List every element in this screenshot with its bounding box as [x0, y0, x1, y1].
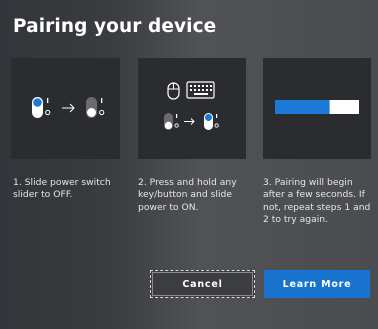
step-2-illustration [138, 58, 246, 159]
mouse-icon [167, 82, 180, 100]
dialog-title: Pairing your device [13, 16, 217, 37]
progress-fill [275, 100, 330, 114]
pairing-dialog: Pairing your device 1. Slide power switc… [0, 0, 378, 329]
learn-more-button[interactable]: Learn More [264, 270, 370, 298]
step-1-text: 1. Slide power switch slider to OFF. [13, 177, 111, 201]
arrow-right-icon [62, 103, 75, 113]
pairing-progress-bar [275, 100, 359, 114]
toggle-off-icon [86, 97, 105, 118]
step-2-text: 2. Press and hold any key/button and sli… [138, 177, 237, 213]
toggle-off-icon [164, 113, 179, 130]
step-3-illustration [263, 58, 371, 159]
step-3-text: 3. Pairing will begin after a few second… [263, 177, 371, 226]
step-2-graphic [164, 81, 219, 130]
arrow-right-icon [184, 118, 195, 125]
cancel-button[interactable]: Cancel [150, 270, 255, 298]
toggle-on-icon [204, 113, 219, 130]
toggle-on-icon [32, 97, 51, 118]
step-1-graphic [32, 97, 105, 118]
step-1-illustration [11, 58, 120, 159]
keyboard-icon [186, 81, 215, 99]
